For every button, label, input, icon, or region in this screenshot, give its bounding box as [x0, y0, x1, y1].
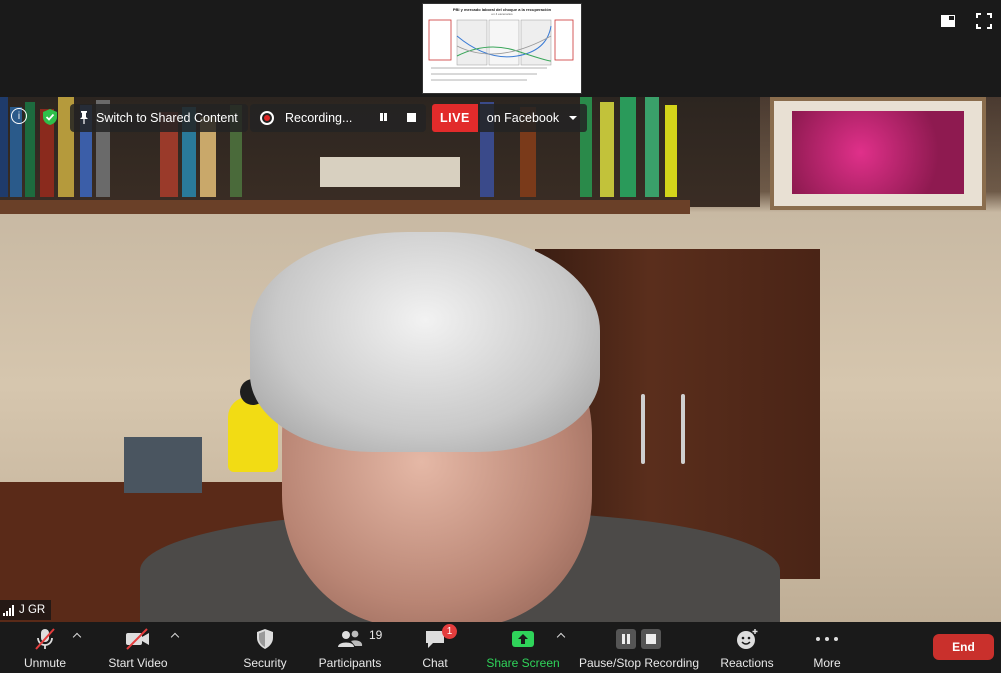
start-video-label: Start Video — [108, 656, 168, 670]
share-options-caret-icon[interactable] — [557, 632, 565, 640]
security-label: Security — [243, 656, 287, 670]
switch-to-shared-content-button[interactable]: Switch to Shared Content — [70, 104, 248, 132]
meeting-toolbar: Unmute Start Video Security 19 Participa… — [0, 622, 1001, 673]
shield-icon — [255, 626, 275, 652]
recording-controls-icon — [615, 626, 663, 652]
muted-microphone-icon — [33, 626, 57, 652]
meeting-info-icon[interactable]: i — [11, 108, 27, 124]
recording-dot-icon — [260, 111, 274, 125]
chat-bubble-icon: 1 — [423, 624, 457, 652]
encryption-shield-icon[interactable] — [42, 108, 60, 126]
reactions-label: Reactions — [720, 656, 774, 670]
unmute-label: Unmute — [23, 656, 67, 670]
participants-icon: 19 — [336, 626, 382, 652]
signal-strength-icon — [3, 604, 14, 616]
top-strip: PBI y mercado laboral del choque a la re… — [0, 0, 1001, 97]
participants-count: 19 — [369, 628, 383, 642]
recording-label: Recording... — [285, 111, 353, 125]
participant-name-tag: J GR — [0, 600, 52, 620]
fullscreen-icon[interactable] — [975, 12, 993, 30]
person-hair — [250, 232, 600, 452]
shared-content-chart-preview — [428, 19, 574, 81]
shelf-board — [0, 200, 690, 214]
more-label: More — [813, 656, 841, 670]
stop-recording-icon[interactable] — [407, 113, 416, 122]
chat-label: Chat — [422, 656, 448, 670]
emoji-reaction-icon — [735, 626, 759, 652]
participant-name: J GR — [19, 604, 46, 616]
end-meeting-button[interactable]: End — [933, 634, 994, 660]
participants-button[interactable]: 19 Participants — [316, 622, 384, 673]
security-button[interactable]: Security — [240, 622, 290, 673]
live-badge: LIVE — [432, 104, 478, 132]
pin-icon — [78, 110, 90, 127]
more-dots-icon — [815, 626, 839, 652]
chat-unread-badge: 1 — [442, 624, 457, 639]
speaker-video — [0, 97, 1001, 622]
live-target-dropdown[interactable]: on Facebook — [477, 104, 588, 132]
share-screen-label: Share Screen — [486, 656, 560, 670]
pause-stop-recording-label: Pause/Stop Recording — [578, 656, 700, 670]
dropdown-caret-icon — [569, 116, 578, 120]
unmute-button[interactable]: Unmute — [20, 622, 70, 673]
chat-button[interactable]: 1 Chat — [418, 622, 457, 673]
video-options-caret-icon[interactable] — [171, 632, 179, 640]
recording-indicator: Recording... — [250, 104, 426, 132]
more-button[interactable]: More — [808, 622, 846, 673]
pause-recording-icon[interactable] — [378, 112, 388, 123]
tissue-box — [124, 437, 202, 493]
reactions-button[interactable]: Reactions — [718, 622, 776, 673]
share-screen-button[interactable]: Share Screen — [486, 622, 560, 673]
video-off-icon — [124, 626, 152, 652]
live-target-label: on Facebook — [486, 111, 560, 125]
participants-label: Participants — [318, 656, 382, 670]
switch-label: Switch to Shared Content — [96, 111, 238, 125]
audio-options-caret-icon[interactable] — [73, 632, 81, 640]
share-screen-icon — [511, 626, 535, 652]
shared-content-thumbnail[interactable]: PBI y mercado laboral del choque a la re… — [422, 3, 582, 94]
live-stream-control[interactable]: LIVE on Facebook — [432, 104, 588, 132]
pause-stop-recording-button[interactable]: Pause/Stop Recording — [578, 622, 700, 673]
wall-picture — [770, 97, 986, 210]
view-layout-icon[interactable] — [939, 12, 957, 30]
start-video-button[interactable]: Start Video — [104, 622, 172, 673]
